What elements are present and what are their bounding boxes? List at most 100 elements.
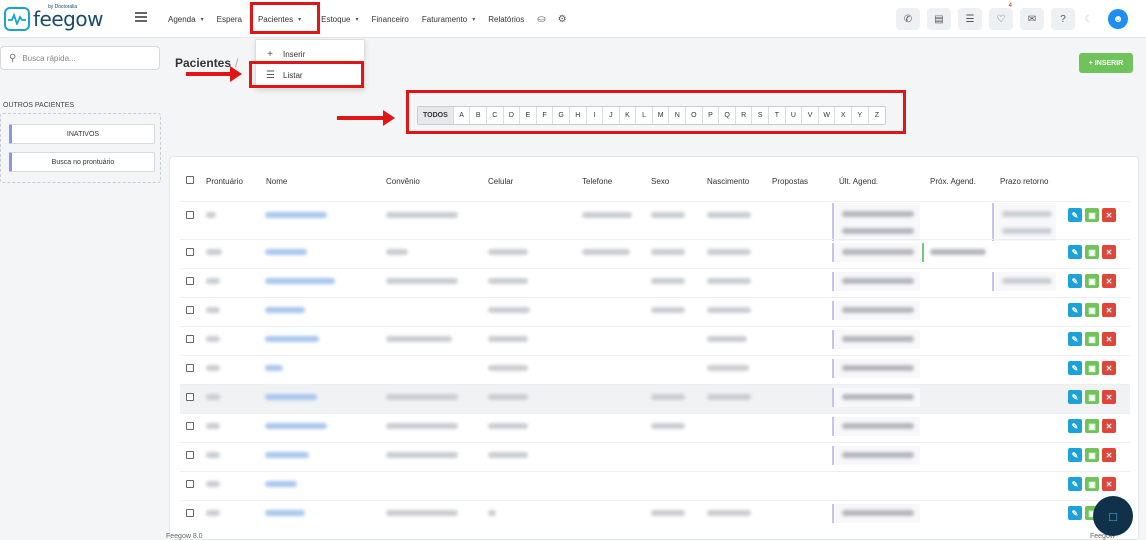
prontuario-value	[206, 365, 220, 371]
patient-name-link[interactable]	[265, 249, 307, 255]
quick-search-placeholder: Busca rápida...	[22, 53, 76, 63]
delete-icon[interactable]: ✕	[1102, 448, 1116, 462]
table-row[interactable]	[180, 355, 1130, 384]
cash-icon[interactable]: ▣	[1085, 448, 1099, 462]
inbox-icon[interactable]: ▤	[927, 8, 951, 30]
edit-icon[interactable]: ✎	[1068, 448, 1082, 462]
edit-icon[interactable]: ✎	[1068, 274, 1082, 288]
cash-icon[interactable]: ▣	[1085, 477, 1099, 491]
column-header[interactable]: Prazo retorno	[1000, 177, 1048, 186]
cash-icon[interactable]: ▣	[1085, 390, 1099, 404]
delete-icon[interactable]: ✕	[1102, 419, 1116, 433]
gear-icon[interactable]: ⚙	[558, 14, 567, 25]
database-icon[interactable]: ⛀	[537, 14, 545, 25]
column-header[interactable]: Celular	[488, 177, 513, 186]
table-row[interactable]	[180, 471, 1130, 500]
checklist-icon[interactable]: ☰	[958, 8, 982, 30]
cash-icon[interactable]: ▣	[1085, 274, 1099, 288]
edit-icon[interactable]: ✎	[1068, 332, 1082, 346]
nav-agenda[interactable]: Agenda ▾	[168, 15, 204, 24]
edit-icon[interactable]: ✎	[1068, 361, 1082, 375]
row-checkbox[interactable]	[186, 277, 194, 285]
delete-icon[interactable]: ✕	[1102, 332, 1116, 346]
column-header[interactable]: Nome	[266, 177, 287, 186]
table-row[interactable]	[180, 442, 1130, 471]
column-header[interactable]: Próx. Agend.	[930, 177, 976, 186]
delete-icon[interactable]: ✕	[1102, 390, 1116, 404]
table-row[interactable]	[180, 326, 1130, 355]
patient-name-link[interactable]	[265, 452, 309, 458]
breadcrumb-separator: /	[235, 56, 239, 70]
busca-prontuario-button[interactable]: Busca no prontuário	[9, 152, 155, 172]
delete-icon[interactable]: ✕	[1102, 361, 1116, 375]
edit-icon[interactable]: ✎	[1068, 245, 1082, 259]
cash-icon[interactable]: ▣	[1085, 332, 1099, 346]
nav-financeiro[interactable]: Financeiro	[372, 15, 409, 24]
patient-name-link[interactable]	[265, 481, 297, 487]
bell-icon[interactable]: ♡ 4	[989, 3, 1013, 30]
patient-name-link[interactable]	[265, 423, 327, 429]
edit-icon[interactable]: ✎	[1068, 208, 1082, 222]
nav-estoque[interactable]: Estoque ▾	[321, 15, 358, 24]
celular-value	[488, 278, 528, 284]
chat-icon[interactable]: ✉	[1020, 8, 1044, 30]
cash-icon[interactable]: ▣	[1085, 245, 1099, 259]
patient-name-link[interactable]	[265, 336, 319, 342]
nav-relatorios[interactable]: Relatórios	[488, 15, 524, 24]
cash-icon[interactable]: ▣	[1085, 303, 1099, 317]
patient-name-link[interactable]	[265, 394, 317, 400]
edit-icon[interactable]: ✎	[1068, 419, 1082, 433]
patient-name-link[interactable]	[265, 307, 305, 313]
quick-search-input[interactable]: ⚲ Busca rápida...	[0, 46, 160, 70]
moon-icon[interactable]: ☾	[1082, 8, 1096, 30]
delete-icon[interactable]: ✕	[1102, 274, 1116, 288]
delete-icon[interactable]: ✕	[1102, 303, 1116, 317]
edit-icon[interactable]: ✎	[1068, 390, 1082, 404]
phone-icon[interactable]: ✆	[896, 8, 920, 30]
edit-icon[interactable]: ✎	[1068, 303, 1082, 317]
column-header[interactable]: Nascimento	[707, 177, 749, 186]
column-header[interactable]: Telefone	[582, 177, 612, 186]
nascimento-value	[707, 307, 751, 313]
inativos-button[interactable]: INATIVOS	[9, 124, 155, 144]
column-header[interactable]: Sexo	[651, 177, 669, 186]
nav-espera[interactable]: Espera	[217, 15, 242, 24]
cash-icon[interactable]: ▣	[1085, 361, 1099, 375]
edit-icon[interactable]: ✎	[1068, 506, 1082, 520]
inserir-button[interactable]: + INSERIR	[1079, 53, 1133, 73]
chat-support-icon[interactable]: □	[1093, 496, 1133, 536]
feegow-logo[interactable]: feegow by Doctoralia	[4, 4, 103, 31]
row-checkbox[interactable]	[186, 248, 194, 256]
dropdown-item-inserir[interactable]: + Inserir	[266, 49, 305, 60]
table-row[interactable]	[180, 201, 1130, 239]
edit-icon[interactable]: ✎	[1068, 477, 1082, 491]
nav-faturamento[interactable]: Faturamento ▾	[422, 15, 475, 24]
row-checkbox[interactable]	[186, 306, 194, 314]
select-all-checkbox[interactable]	[186, 176, 194, 184]
row-checkbox[interactable]	[186, 364, 194, 372]
row-checkbox[interactable]	[186, 422, 194, 430]
column-header[interactable]: Últ. Agend.	[839, 177, 878, 186]
row-checkbox[interactable]	[186, 211, 194, 219]
row-checkbox[interactable]	[186, 335, 194, 343]
column-header[interactable]: Prontuário	[206, 177, 243, 186]
cash-icon[interactable]: ▣	[1085, 419, 1099, 433]
row-checkbox[interactable]	[186, 451, 194, 459]
menu-toggle-icon[interactable]	[135, 12, 147, 22]
search-icon: ⚲	[9, 52, 17, 64]
patient-name-link[interactable]	[265, 212, 327, 218]
delete-icon[interactable]: ✕	[1102, 208, 1116, 222]
help-icon[interactable]: ?	[1051, 8, 1075, 30]
user-avatar-icon[interactable]: ☻	[1108, 9, 1128, 29]
row-checkbox[interactable]	[186, 480, 194, 488]
delete-icon[interactable]: ✕	[1102, 477, 1116, 491]
cash-icon[interactable]: ▣	[1085, 208, 1099, 222]
row-checkbox[interactable]	[186, 393, 194, 401]
patient-name-link[interactable]	[265, 510, 305, 516]
patient-name-link[interactable]	[265, 365, 283, 371]
column-header[interactable]: Convênio	[386, 177, 420, 186]
row-checkbox[interactable]	[186, 509, 194, 517]
column-header[interactable]: Propostas	[772, 177, 808, 186]
patient-name-link[interactable]	[265, 278, 335, 284]
delete-icon[interactable]: ✕	[1102, 245, 1116, 259]
